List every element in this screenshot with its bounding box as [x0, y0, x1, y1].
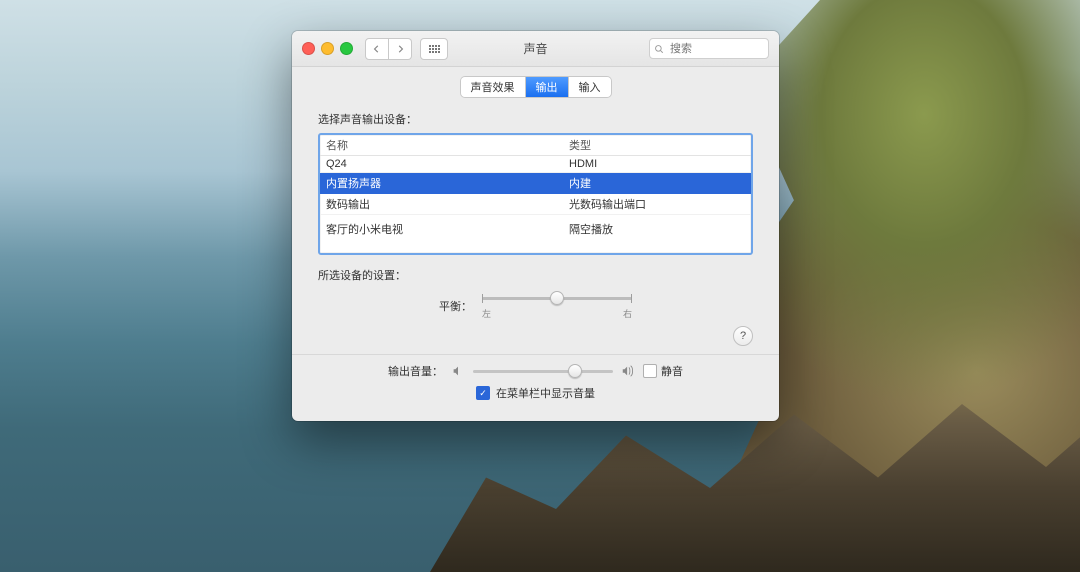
device-type: 隔空播放 — [569, 221, 745, 237]
output-volume-label: 输出音量： — [388, 363, 443, 379]
search-field[interactable] — [649, 38, 769, 59]
grid-icon — [429, 45, 440, 53]
titlebar: 声音 — [292, 31, 779, 67]
zoom-button[interactable] — [340, 42, 353, 55]
mute-row: 静音 — [643, 363, 683, 379]
table-row[interactable]: 数码输出 光数码输出端口 — [320, 194, 751, 215]
desktop-wallpaper: 声音 声音效果 输出 输入 选择声音输出设备： 名称 类型 Q24 — [0, 0, 1080, 572]
mute-checkbox[interactable] — [643, 364, 657, 378]
minimize-button[interactable] — [321, 42, 334, 55]
sound-tabs: 声音效果 输出 输入 — [461, 77, 611, 97]
volume-knob[interactable] — [568, 364, 582, 378]
tab-sound-effects[interactable]: 声音效果 — [461, 77, 526, 97]
tab-input[interactable]: 输入 — [569, 77, 611, 97]
forward-button[interactable] — [389, 38, 412, 60]
balance-knob[interactable] — [550, 291, 564, 305]
balance-row: 平衡： 左 右 — [318, 291, 753, 320]
search-input[interactable] — [668, 42, 764, 56]
table-row[interactable]: 客厅的小米电视 隔空播放 — [320, 219, 751, 239]
selected-device-settings-label: 所选设备的设置： — [318, 267, 753, 283]
chevron-left-icon — [373, 45, 381, 53]
choose-device-label: 选择声音输出设备： — [318, 111, 753, 127]
nav-buttons — [365, 38, 412, 60]
divider — [292, 354, 779, 355]
traffic-lights — [302, 42, 353, 55]
device-name: 数码输出 — [326, 196, 569, 212]
output-volume-slider[interactable] — [473, 364, 613, 378]
show-all-prefs-button[interactable] — [420, 38, 448, 60]
balance-tick-labels: 左 右 — [482, 307, 632, 320]
balance-label: 平衡： — [439, 298, 472, 314]
show-in-menubar-label: 在菜单栏中显示音量 — [496, 385, 595, 401]
show-in-menubar-row: 在菜单栏中显示音量 — [318, 385, 753, 401]
mute-label: 静音 — [661, 363, 683, 379]
table-row[interactable]: Q24 HDMI — [320, 156, 751, 173]
device-type: 光数码输出端口 — [569, 196, 745, 212]
balance-slider[interactable] — [482, 291, 632, 305]
tab-output[interactable]: 输出 — [526, 77, 569, 97]
help-button[interactable]: ? — [733, 326, 753, 346]
device-name: 内置扬声器 — [326, 175, 569, 191]
device-type: 内建 — [569, 175, 745, 191]
column-type: 类型 — [569, 137, 745, 153]
output-volume-row: 输出音量： 静音 — [318, 363, 753, 379]
output-device-table[interactable]: 名称 类型 Q24 HDMI 内置扬声器 内建 数码输出 光数码输出端口 客厅 — [318, 133, 753, 255]
sound-preferences-window: 声音 声音效果 输出 输入 选择声音输出设备： 名称 类型 Q24 — [292, 31, 779, 421]
table-row[interactable]: 内置扬声器 内建 — [320, 173, 751, 194]
back-button[interactable] — [365, 38, 389, 60]
search-icon — [654, 44, 664, 54]
table-header: 名称 类型 — [320, 135, 751, 156]
close-button[interactable] — [302, 42, 315, 55]
speaker-max-icon — [621, 364, 635, 378]
window-title: 声音 — [523, 40, 547, 57]
device-type: HDMI — [569, 158, 745, 170]
chevron-right-icon — [396, 45, 404, 53]
column-name: 名称 — [326, 137, 569, 153]
device-name: Q24 — [326, 158, 569, 170]
speaker-min-icon — [451, 364, 465, 378]
device-name: 客厅的小米电视 — [326, 221, 569, 237]
window-content: 声音效果 输出 输入 选择声音输出设备： 名称 类型 Q24 HDMI 内置扬声… — [292, 67, 779, 421]
show-in-menubar-checkbox[interactable] — [476, 386, 490, 400]
